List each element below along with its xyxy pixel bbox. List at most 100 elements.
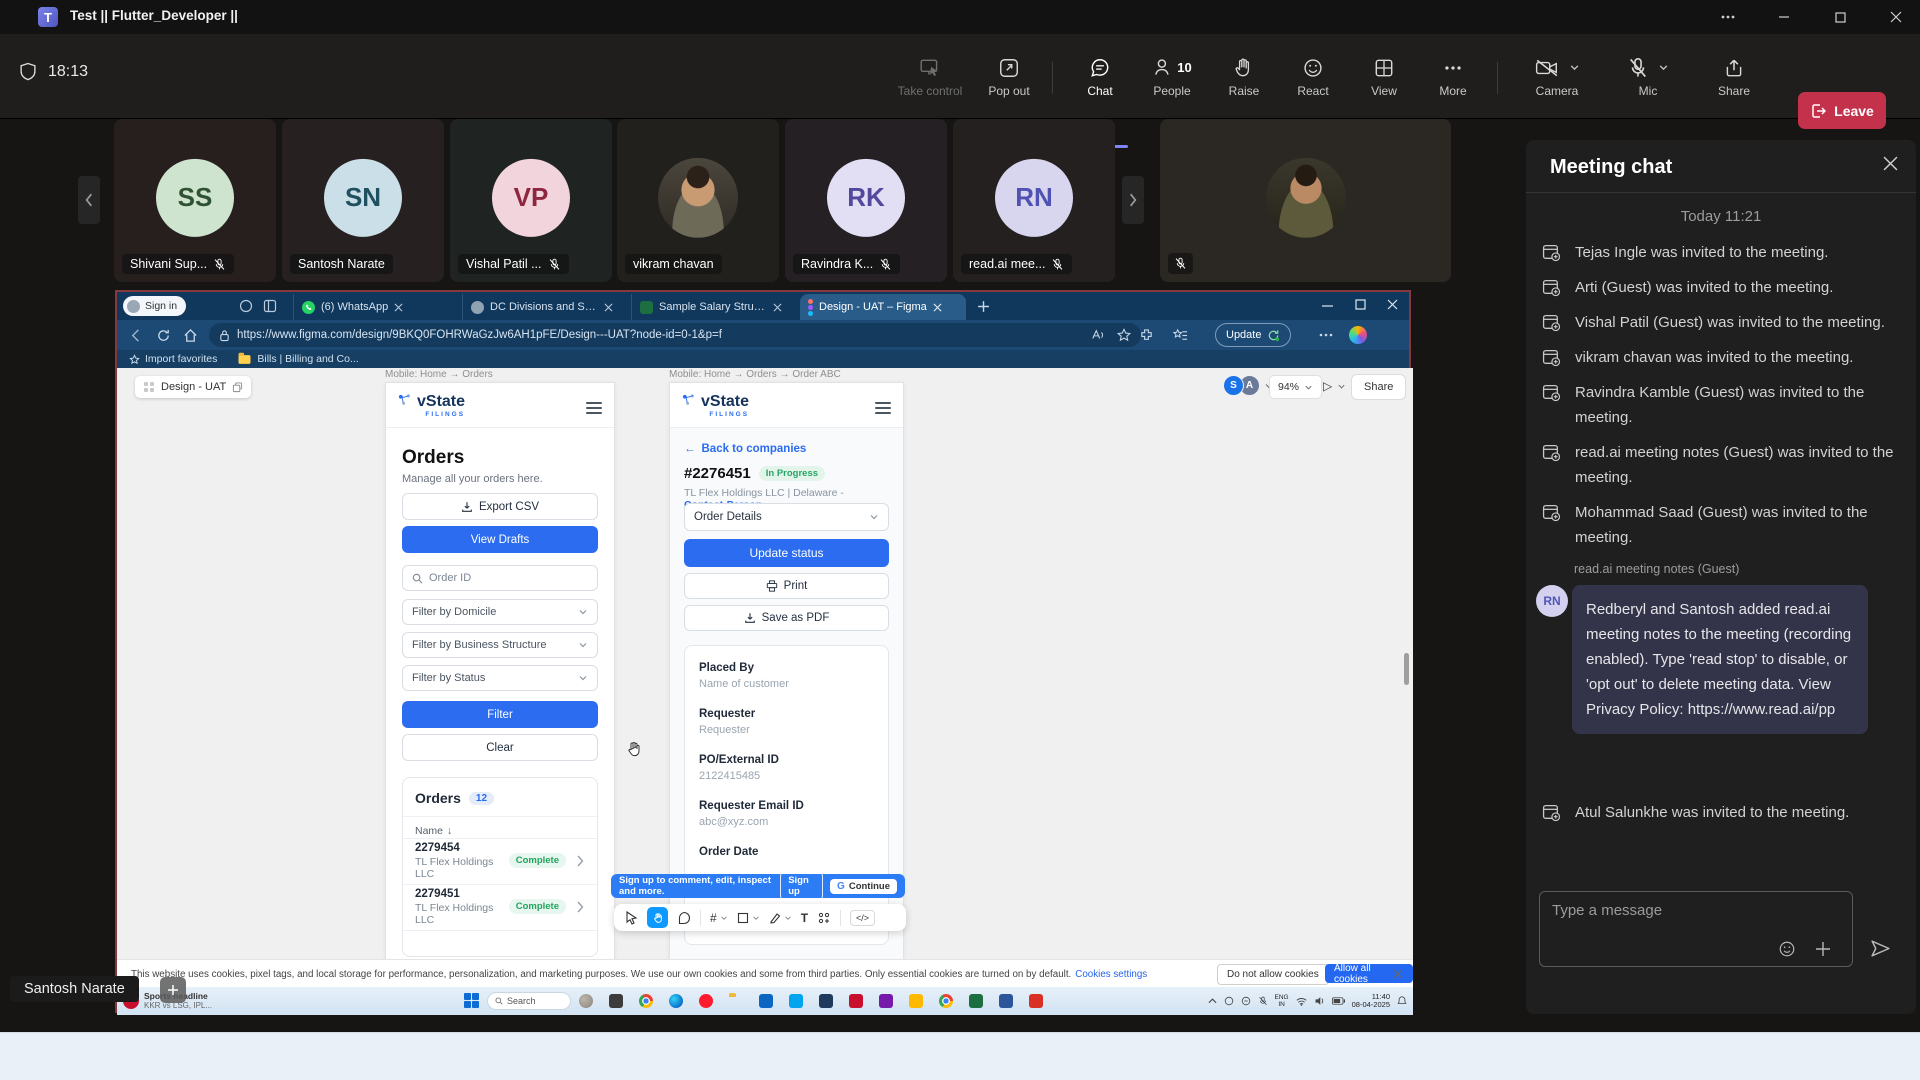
url-field[interactable]: https://www.figma.com/design/9BKQ0FOHRWa… (209, 323, 1141, 347)
titlebar-more-icon[interactable] (1706, 0, 1750, 34)
remote-app-icon[interactable] (909, 994, 923, 1008)
home-icon[interactable] (183, 328, 198, 343)
tray-icon[interactable] (1241, 996, 1251, 1006)
battery-icon[interactable] (1332, 997, 1345, 1005)
tab-close-icon[interactable] (933, 303, 942, 312)
chat-button[interactable]: Chat (1064, 46, 1136, 108)
chat-message-input[interactable] (1539, 891, 1853, 967)
dev-mode-toggle[interactable]: </> (850, 910, 875, 926)
search-highlight-icon[interactable] (579, 994, 593, 1008)
remote-app-icon[interactable] (939, 994, 953, 1008)
new-tab-icon[interactable] (977, 300, 990, 313)
order-details-select[interactable]: Order Details (684, 503, 889, 531)
refresh-icon[interactable] (156, 328, 171, 343)
tray-chevron-icon[interactable] (1208, 998, 1217, 1004)
leave-button[interactable]: Leave (1798, 92, 1886, 129)
remote-app-icon[interactable] (639, 994, 653, 1008)
favorite-star-icon[interactable] (1117, 328, 1131, 342)
back-to-companies-link[interactable]: ← Back to companies (684, 443, 806, 455)
frame1-label[interactable]: Mobile: Home → Orders (385, 369, 493, 380)
browser-tab-dc-divisions[interactable]: DC Divisions and Surroundings (462, 294, 621, 320)
react-button[interactable]: React (1277, 46, 1349, 108)
hand-tool-icon[interactable] (647, 907, 668, 928)
filter-status-select[interactable]: Filter by Status (402, 665, 598, 691)
participant-tile-spotlight[interactable] (1160, 119, 1451, 282)
remote-app-icon[interactable] (879, 994, 893, 1008)
camera-button[interactable]: Camera (1514, 46, 1600, 108)
filter-domicile-select[interactable]: Filter by Domicile (402, 599, 598, 625)
order-row[interactable]: 2279451 TL Flex Holdings LLC Complete (403, 884, 597, 928)
bills-folder-item[interactable]: Bills | Billing and Co... (237, 353, 358, 365)
canvas-scrollbar[interactable] (1404, 653, 1409, 685)
move-tool-icon[interactable] (624, 911, 638, 925)
import-favorites-item[interactable]: Import favorites (129, 353, 217, 365)
remote-app-icon[interactable] (669, 994, 683, 1008)
participant-tile[interactable]: SS Shivani Sup... (114, 119, 276, 282)
update-status-button[interactable]: Update status (684, 539, 889, 567)
view-button[interactable]: View (1348, 46, 1420, 108)
remote-app-icon[interactable] (1029, 994, 1043, 1008)
strip-scroll-left-button[interactable] (78, 176, 100, 224)
filter-structure-select[interactable]: Filter by Business Structure (402, 632, 598, 658)
favorites-list-icon[interactable] (1173, 328, 1188, 343)
share-button[interactable]: Share (1698, 46, 1770, 108)
frame-tool[interactable]: # (710, 911, 728, 925)
send-icon[interactable] (1870, 938, 1891, 959)
browser-more-icon[interactable] (1319, 332, 1333, 338)
attach-plus-icon[interactable] (1814, 940, 1832, 958)
signup-button[interactable]: Sign up (780, 872, 823, 900)
tab-close-icon[interactable] (773, 303, 782, 312)
cookie-close-icon[interactable] (1393, 969, 1403, 979)
remote-start-button[interactable] (464, 993, 480, 1009)
pop-out-button[interactable]: Pop out (973, 46, 1045, 108)
remote-app-icon[interactable] (819, 994, 833, 1008)
raise-hand-button[interactable]: Raise (1208, 46, 1280, 108)
take-control-button[interactable]: Take control (894, 46, 966, 108)
wifi-icon[interactable] (1296, 997, 1307, 1006)
vertical-tabs-icon[interactable] (263, 299, 277, 313)
emoji-icon[interactable] (1778, 940, 1796, 958)
tab-close-icon[interactable] (604, 303, 613, 312)
hamburger-icon[interactable] (586, 399, 602, 417)
order-row[interactable]: 2279454 TL Flex Holdings LLC Complete (403, 838, 597, 882)
browser-tab-whatsapp[interactable]: (6) WhatsApp (293, 294, 411, 320)
print-button[interactable]: Print (684, 573, 889, 599)
browser-tab-salary-sheet[interactable]: Sample Salary Structure with calc (631, 294, 790, 320)
browser-minimize-icon[interactable] (1322, 302, 1334, 310)
remote-app-icon[interactable] (759, 994, 773, 1008)
text-tool[interactable]: T (801, 911, 808, 925)
participant-tile[interactable]: VP Vishal Patil ... (450, 119, 612, 282)
participant-tile[interactable]: RK Ravindra K... (785, 119, 947, 282)
minimize-button[interactable] (1762, 0, 1806, 34)
remote-app-icon[interactable] (969, 994, 983, 1008)
read-aloud-icon[interactable] (1091, 329, 1105, 341)
frame2-label[interactable]: Mobile: Home → Orders → Order ABC (669, 369, 841, 380)
shape-tool[interactable] (737, 912, 760, 924)
copilot-icon[interactable] (1349, 326, 1367, 344)
volume-icon[interactable] (1314, 996, 1325, 1006)
remote-app-icon[interactable] (999, 994, 1013, 1008)
share-zoom-in-button[interactable] (160, 977, 186, 1003)
figma-present-button[interactable]: ▷ (1315, 375, 1354, 397)
chat-close-button[interactable] (1883, 156, 1898, 171)
tab-close-icon[interactable] (394, 303, 403, 312)
collaborator-avatars[interactable]: S A (1223, 375, 1274, 396)
tab-search-icon[interactable] (239, 299, 253, 313)
remote-app-icon[interactable] (699, 994, 713, 1008)
browser-update-button[interactable]: Update (1215, 323, 1291, 347)
hamburger-icon[interactable] (875, 399, 891, 417)
deny-cookies-button[interactable]: Do not allow cookies (1217, 964, 1329, 985)
participant-tile[interactable]: RN read.ai mee... (953, 119, 1115, 282)
figma-frame-orders[interactable]: vStateFILINGS Orders Manage all your ord… (385, 382, 615, 959)
remote-app-icon[interactable] (849, 994, 863, 1008)
figma-file-chip[interactable]: Design - UAT (135, 376, 251, 398)
export-csv-button[interactable]: Export CSV (402, 493, 598, 520)
remote-app-icon[interactable] (609, 994, 623, 1008)
strip-scroll-right-button[interactable] (1122, 176, 1144, 224)
more-button[interactable]: More (1417, 46, 1489, 108)
browser-tab-figma[interactable]: Design - UAT – Figma (800, 294, 966, 320)
comment-tool-icon[interactable] (677, 911, 691, 925)
tray-mic-icon[interactable] (1258, 996, 1268, 1006)
tray-icon[interactable] (1224, 996, 1234, 1006)
maximize-button[interactable] (1818, 0, 1862, 34)
